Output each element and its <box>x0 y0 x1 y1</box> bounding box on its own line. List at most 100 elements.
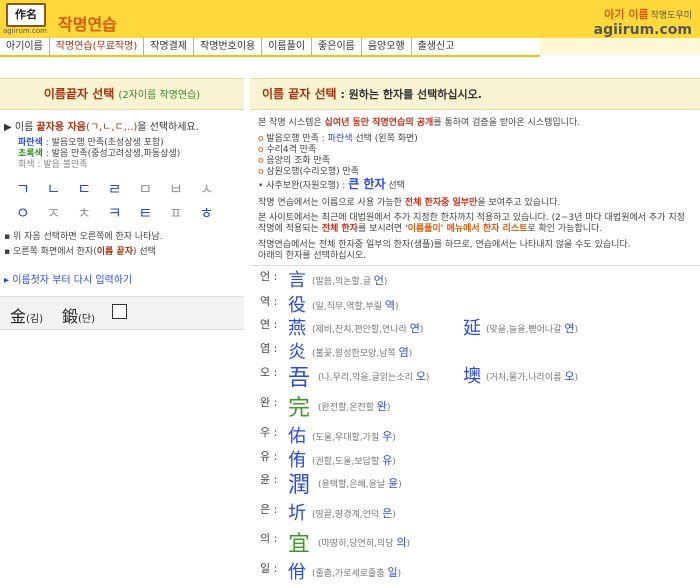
hanja-reading: 염 <box>398 346 409 359</box>
sound-label: 일 : <box>260 562 278 575</box>
hanja-reading: 윤 <box>388 477 399 490</box>
hanja-reading: 의 <box>396 536 407 549</box>
nav-item-yin-yang[interactable]: 음양오행 <box>362 38 412 55</box>
consonant-button[interactable]: ㅎ <box>200 202 220 223</box>
left-panel-title: 이름끝자 선택 <box>43 87 115 101</box>
left-panel: 이름끝자 선택 (2자이름 작명연습) ▶ 이름 끝자용 자음(ㄱ,ㄴ,ㄷ,..… <box>0 78 244 588</box>
hanja-option[interactable]: 佾 <box>288 558 306 584</box>
nav-item-name-analysis[interactable]: 이름풀이 <box>262 38 313 55</box>
sound-label: 언 : <box>260 270 278 283</box>
sound-label: 오 : <box>260 366 278 379</box>
page-title: 작명연습 <box>58 15 117 34</box>
hanja-reading: 우 <box>382 430 393 443</box>
nav-item-naming-number[interactable]: 작명번호이용 <box>194 38 263 55</box>
hanja-meaning: (거처,물가,나라이름 오) <box>486 370 578 383</box>
brand[interactable]: 아기 이름 작명도우미 agiirum.com <box>594 6 692 38</box>
consonant-button[interactable]: ㅈ <box>47 202 67 223</box>
hanja-meaning: (줄춤,가로세로줄춤 일) <box>312 566 402 579</box>
sound-label: 우 : <box>260 426 278 439</box>
main-nav: 아기이름 작명연습(무료작명) 작명결제 작명번호이용 이름풀이 좋은이름 음양… <box>0 38 540 57</box>
restart-link[interactable]: ▸ 이름첫자 부터 다시 입력하기 <box>4 271 132 286</box>
selected-name-box: 金(김) 鍛(단) <box>0 296 244 330</box>
nav-item-naming-payment[interactable]: 작명결제 <box>144 38 195 55</box>
hanja-option[interactable]: 燕 <box>288 314 306 340</box>
hanja-reading: 연 <box>564 322 575 335</box>
hanja-meaning: (도울,우대할,가질 우) <box>312 430 396 443</box>
right-panel-header: 이름 끝자 선택 : 원하는 한자를 선택하십시오. <box>250 78 700 110</box>
nav-item-baby-name[interactable]: 아기이름 <box>0 38 50 55</box>
consonant-button[interactable]: ㅁ <box>138 178 158 199</box>
consonant-row-1: ㄱ ㄴ ㄷ ㄹ ㅁ ㅂ ㅅ <box>16 178 219 199</box>
consonant-button[interactable]: ㅅ <box>200 178 220 199</box>
note-select: ▪ 오른쪽 화면에서 한자(이름 끝자) 선택 <box>4 247 156 257</box>
site-logo[interactable]: 作名 agiirum.com <box>3 2 47 36</box>
hanja-option[interactable]: 圻 <box>288 499 306 525</box>
hanja-option[interactable]: 宜 <box>288 526 310 558</box>
sound-label: 연 : <box>260 318 278 331</box>
right-panel-title: 이름 끝자 선택 <box>262 87 337 101</box>
hanja-reading: 역 <box>384 299 396 312</box>
selected-first-char: 金(김) <box>10 307 44 326</box>
brand-url: agiirum.com <box>593 22 692 38</box>
sound-label: 염 : <box>260 342 278 355</box>
hanja-reading: 오 <box>415 370 426 383</box>
hanja-option[interactable]: 潤 <box>288 467 310 499</box>
consonant-button[interactable]: ㅋ <box>108 202 128 223</box>
hanja-meaning: (불꽃,왕성한모양,남쪽 염) <box>312 346 413 359</box>
brand-tag: 작명도우미 <box>650 11 692 21</box>
hanja-option[interactable]: 完 <box>288 390 310 422</box>
sound-label: 윤 : <box>260 473 278 486</box>
logo-book-icon: 作名 <box>6 3 46 27</box>
consonant-button[interactable]: ㅍ <box>169 202 189 223</box>
hanja-reading: 연 <box>409 322 420 335</box>
nav-item-birth-report[interactable]: 출생신고 <box>412 38 461 55</box>
hanja-reading: 은 <box>382 507 393 520</box>
legend-green-label: 초록색 <box>18 149 43 159</box>
consonant-button[interactable]: ㅂ <box>169 178 189 199</box>
consonant-button[interactable]: ㄴ <box>47 178 67 199</box>
brand-name: 아기 이름 <box>604 8 649 21</box>
site-header: 作名 agiirum.com 작명연습 아기 이름 작명도우미 agiirum.c… <box>0 0 700 38</box>
paragraph-partial: 작명 연습에서는 이름으로 사용 가능한 전체 한자중 일부만을 보여주고 있습… <box>258 198 561 208</box>
color-legend: 파란색 : 발음오행 만족(초성상생 포함) 초록색 : 발음 만족(중성고려상… <box>18 138 181 170</box>
consonant-button[interactable]: ㄷ <box>77 178 97 199</box>
consonant-button[interactable]: ㄹ <box>108 178 128 199</box>
empty-slot-box <box>112 304 127 319</box>
hanja-option[interactable]: 吾 <box>288 360 310 392</box>
consonant-button[interactable]: ㄱ <box>16 178 36 199</box>
hanja-reading: 언 <box>373 274 384 287</box>
paragraph-select: 아래의 한자를 선택하십시오. <box>258 251 366 261</box>
sound-label: 의 : <box>260 532 278 545</box>
hanja-meaning: (완전할,온전할 완) <box>318 400 391 413</box>
sound-label: 완 : <box>260 396 278 409</box>
hanja-option[interactable]: 墺 <box>463 362 481 388</box>
left-panel-subtitle: (2자이름 작명연습) <box>118 90 201 101</box>
nav-item-good-names[interactable]: 좋은이름 <box>312 38 362 55</box>
nav-filler <box>540 38 700 55</box>
right-panel: 이름 끝자 선택 : 원하는 한자를 선택하십시오. 본 작명 시스템은 십여년… <box>250 78 700 588</box>
hanja-reading: 일 <box>387 566 398 579</box>
consonant-row-2: ㅇ ㅈ ㅊ ㅋ ㅌ ㅍ ㅎ <box>16 202 219 223</box>
hanja-meaning: (나,우리,막을,글읽는소리 오) <box>318 370 430 383</box>
sound-label: 역 : <box>260 295 278 308</box>
consonant-button[interactable]: ㅊ <box>77 202 97 223</box>
hanja-option[interactable]: 佑 <box>288 422 306 448</box>
intro-paragraph: 본 작명 시스템은 십여년 동안 작명연습의 공개를 통하여 검증을 받아온 시… <box>258 118 581 128</box>
hanja-meaning: (윤택할,은혜,윤날 윤) <box>318 477 402 490</box>
left-panel-header: 이름끝자 선택 (2자이름 작명연습) <box>0 78 244 110</box>
hanja-option[interactable]: 延 <box>463 314 481 340</box>
sound-label: 은 : <box>260 503 278 516</box>
nav-item-naming-practice[interactable]: 작명연습(무료작명) <box>50 38 145 55</box>
consonant-button[interactable]: ㅌ <box>138 202 158 223</box>
divider <box>250 265 700 266</box>
note-hint: ▪ 위 자음 선택하면 오른쪽에 한자 나타남. <box>4 232 163 242</box>
legend-gray-label: 회색 <box>18 160 35 170</box>
hanja-meaning: (제비,잔치,편안할,연나라 연) <box>312 322 424 335</box>
sound-label: 유 : <box>260 450 278 463</box>
legend-blue-label: 파란색 <box>18 138 43 148</box>
paragraph-full-list: 작명에 적용되는 전체 한자를 보시려면 '이름풀이' 메뉴에서 한자 리스트로… <box>258 224 603 234</box>
hanja-option[interactable]: 言 <box>288 266 306 292</box>
step-instruction: ▶ 이름 끝자용 자음(ㄱ,ㄴ,ㄷ,..)을 선택하세요. <box>4 122 199 133</box>
consonant-button[interactable]: ㅇ <box>16 202 36 223</box>
check-saju: • 사주보완(자원오행) : 큰 한자 선택 <box>258 177 405 191</box>
